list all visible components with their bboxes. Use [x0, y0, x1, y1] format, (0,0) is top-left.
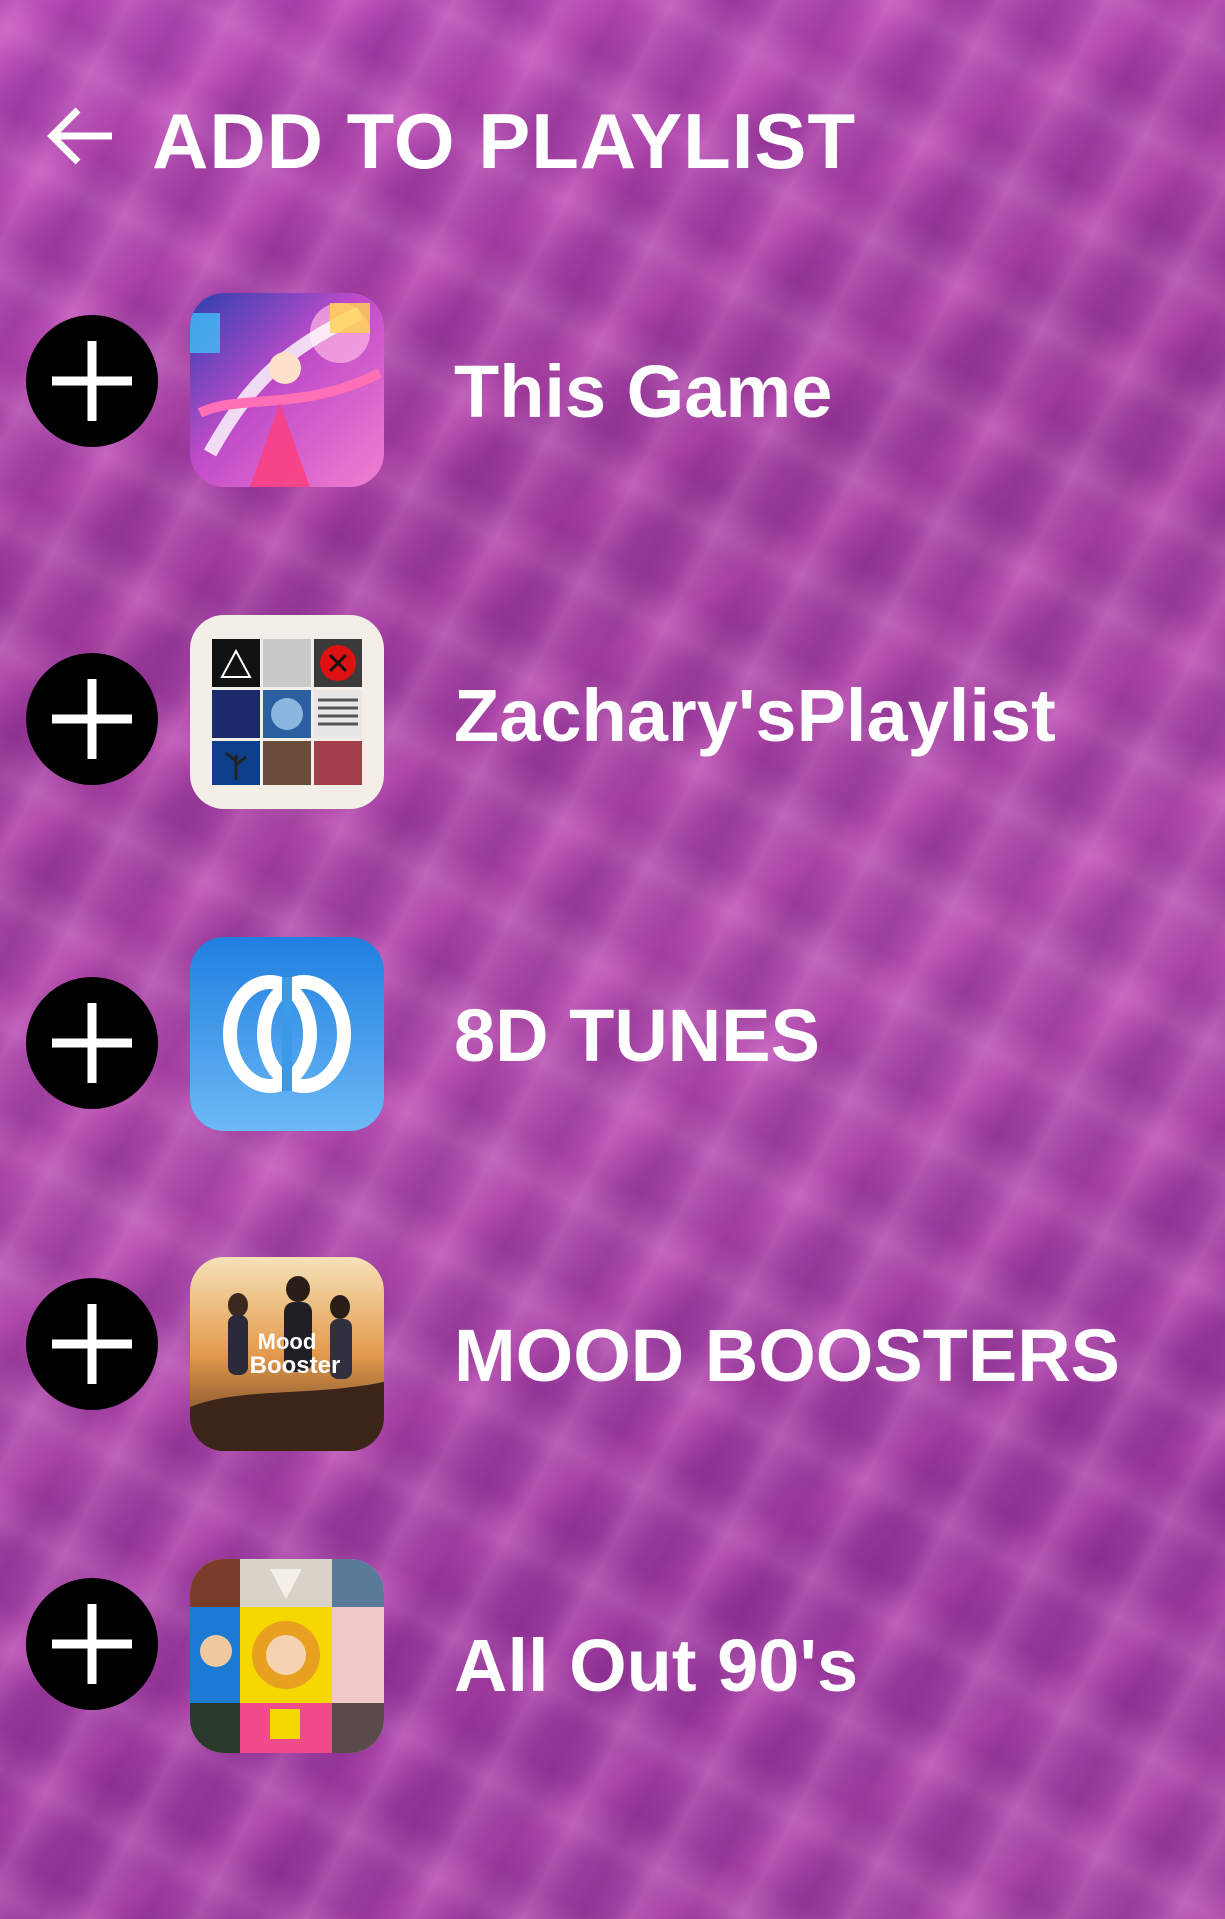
playlist-cover	[190, 293, 384, 487]
playlist-item[interactable]: 8D TUNES	[0, 937, 1225, 1137]
album-collage-cover	[190, 615, 384, 809]
add-to-playlist-button[interactable]	[26, 1578, 158, 1710]
anime-art-cover	[190, 293, 384, 487]
playlist-cover: Mood Booster	[190, 1257, 384, 1451]
svg-text:Booster: Booster	[250, 1352, 341, 1379]
playlist-name: This Game	[454, 350, 833, 433]
plus-icon	[52, 1003, 132, 1083]
playlist-name: Zachary'sPlaylist	[454, 674, 1056, 757]
playlist-name: All Out 90's	[454, 1624, 859, 1707]
playlist-item[interactable]: Zachary'sPlaylist	[0, 615, 1225, 815]
add-to-playlist-button[interactable]	[26, 1278, 158, 1410]
playlist-name: 8D TUNES	[454, 994, 820, 1077]
90s-collage-cover	[190, 1559, 384, 1753]
plus-icon	[52, 1604, 132, 1684]
back-button[interactable]	[42, 98, 118, 174]
add-to-playlist-button[interactable]	[26, 977, 158, 1109]
playlist-item[interactable]: This Game	[0, 293, 1225, 493]
plus-icon	[52, 679, 132, 759]
page-title: ADD TO PLAYLIST	[152, 97, 857, 185]
playlist-cover	[190, 1559, 384, 1753]
8d-logo-cover	[190, 937, 384, 1131]
app-header: ADD TO PLAYLIST	[0, 0, 1225, 260]
playlist-name: MOOD BOOSTERS	[454, 1314, 1121, 1397]
playlist-item[interactable]: Mood Booster MOOD BOOSTERS	[0, 1257, 1225, 1457]
add-to-playlist-button[interactable]	[26, 653, 158, 785]
add-to-playlist-button[interactable]	[26, 315, 158, 447]
playlist-item[interactable]: All Out 90's	[0, 1559, 1225, 1759]
plus-icon	[52, 341, 132, 421]
mood-booster-cover: Mood Booster	[190, 1257, 384, 1451]
plus-icon	[52, 1304, 132, 1384]
svg-text:Mood: Mood	[258, 1329, 317, 1354]
playlist-cover	[190, 937, 384, 1131]
playlist-cover	[190, 615, 384, 809]
arrow-left-icon	[47, 107, 112, 165]
